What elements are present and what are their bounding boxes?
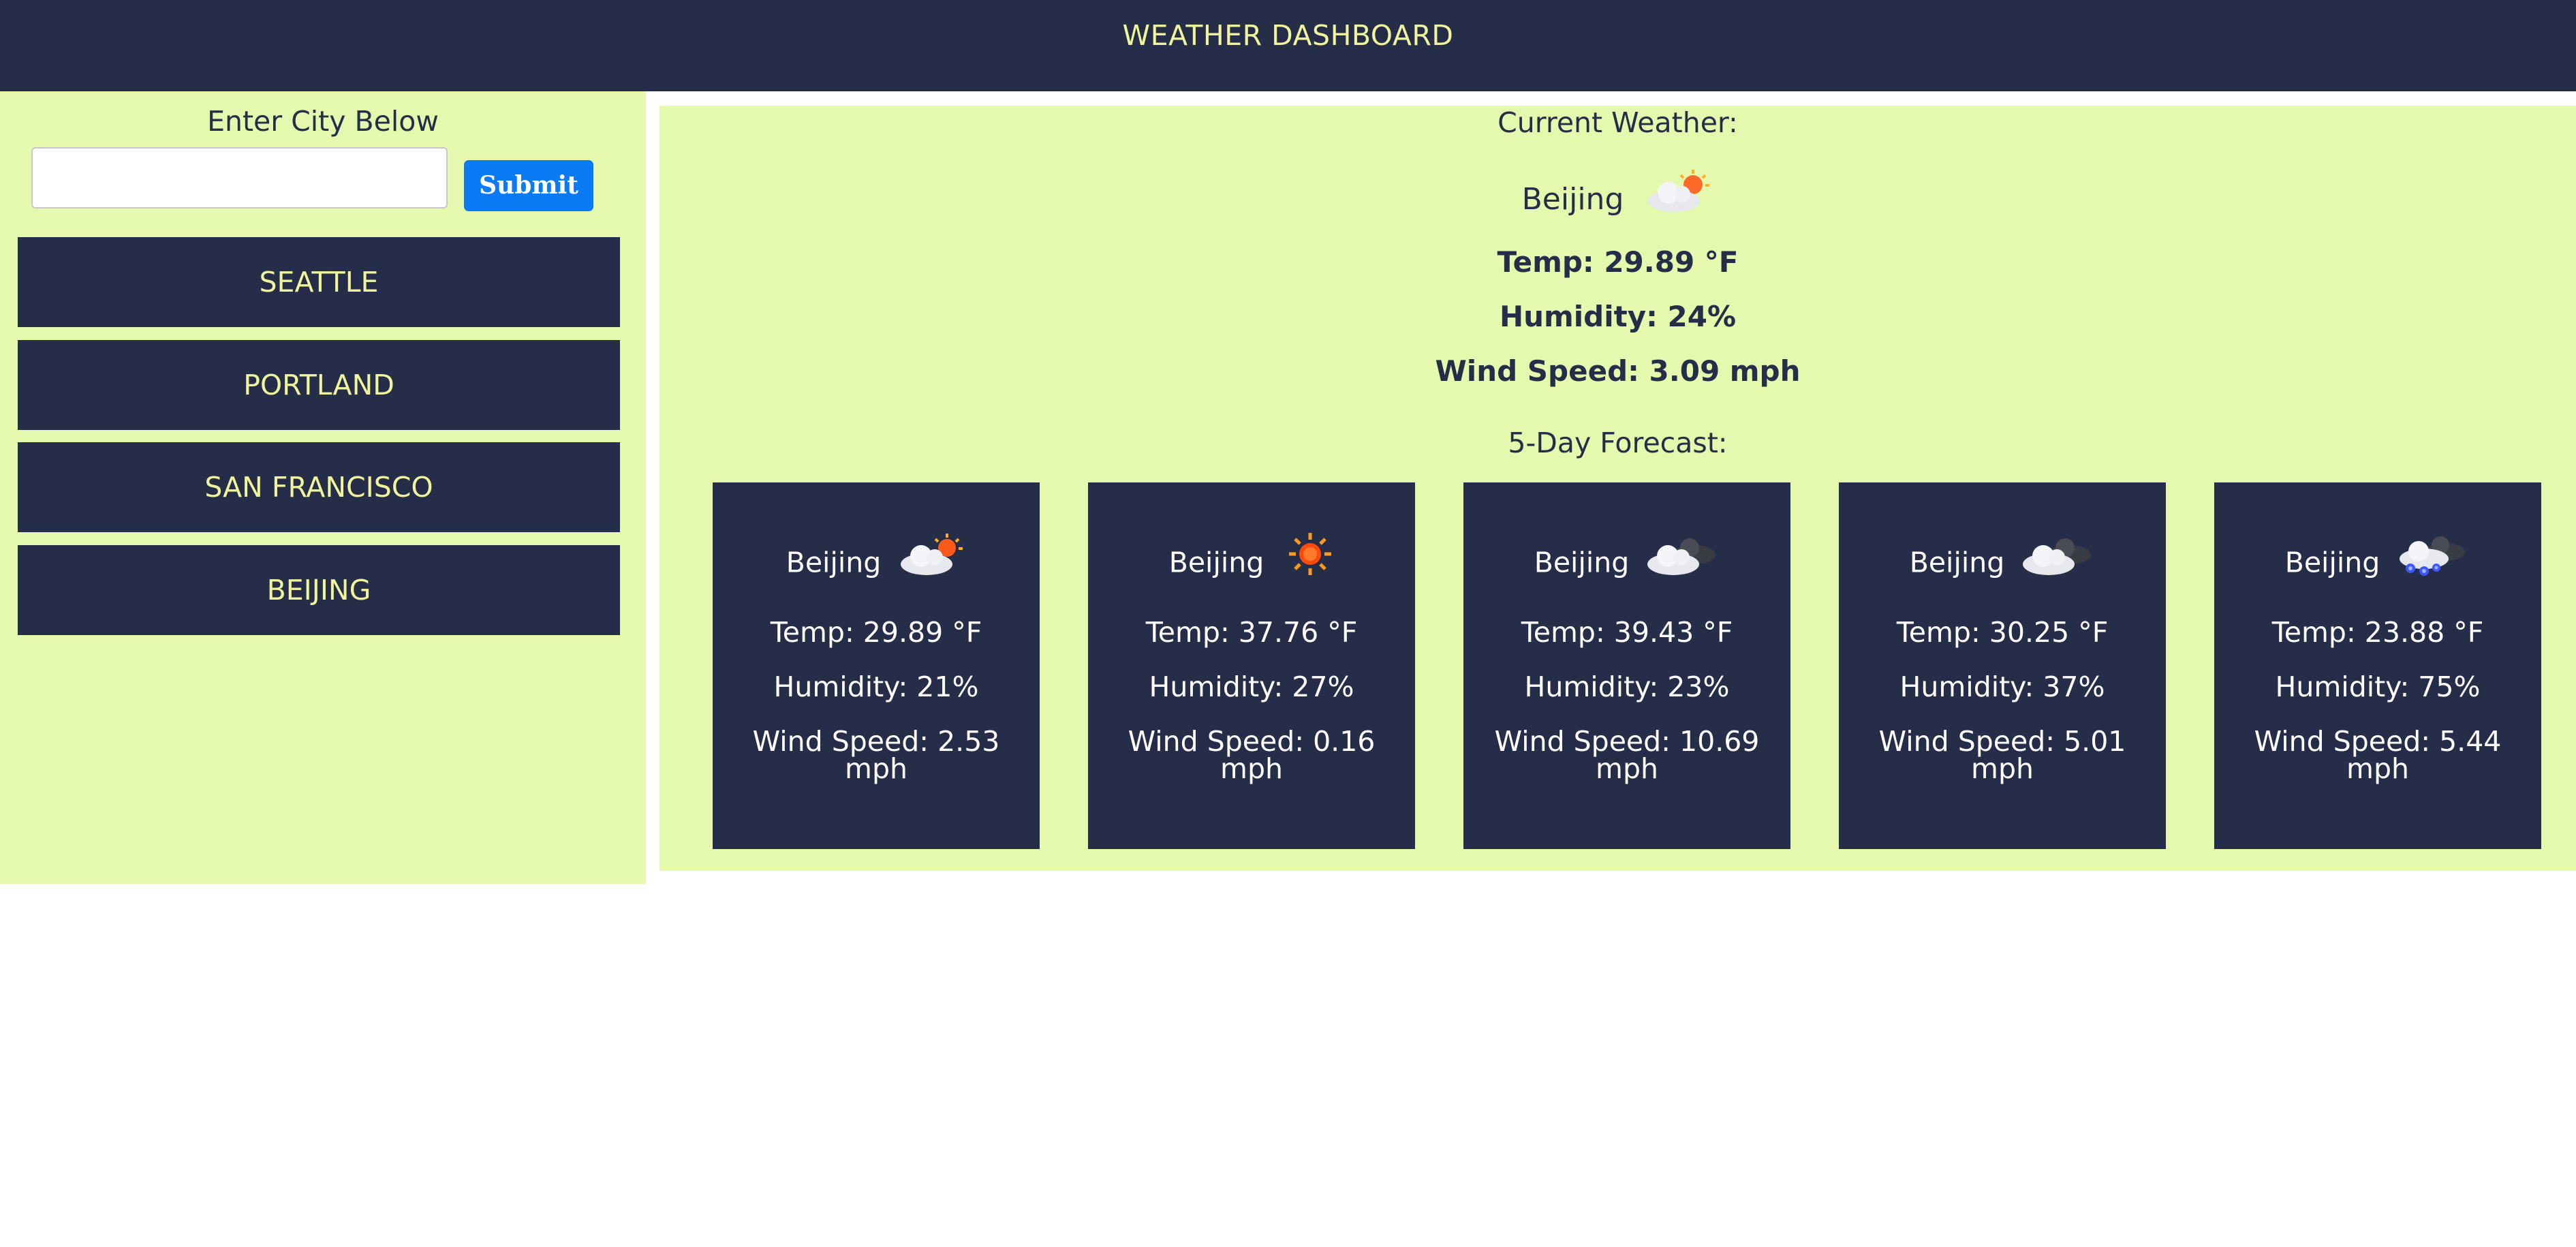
forecast-city: Beijing — [2284, 546, 2380, 579]
forecast-card: Beijing Temp: 30.25 °F Humidity: 37% Win… — [1839, 482, 2166, 849]
app-title: WEATHER DASHBOARD — [1122, 19, 1454, 52]
forecast-humidity: Humidity: 23% — [1524, 671, 1730, 703]
submit-button[interactable]: Submit — [464, 160, 593, 211]
forecast-humidity: Humidity: 75% — [2275, 671, 2481, 703]
snow-icon — [2395, 530, 2470, 599]
current-city-name: Beijing — [1521, 182, 1624, 217]
current-weather-title: Current Weather: — [1498, 106, 1738, 139]
forecast-temp: Temp: 29.89 °F — [770, 616, 982, 649]
forecast-temp: Temp: 23.88 °F — [2271, 616, 2484, 649]
forecast-temp: Temp: 30.25 °F — [1896, 616, 2109, 649]
forecast-city-row: Beijing — [713, 530, 1040, 591]
forecast-wind: Wind Speed: 0.16 mph — [1128, 725, 1376, 785]
forecast-city-row: Beijing — [1463, 530, 1790, 591]
search-label: Enter City Below — [207, 105, 439, 138]
weather-panel: Current Weather: Beijing Temp: 29.89 °F … — [659, 106, 2576, 871]
current-wind: Wind Speed: 3.09 mph — [1435, 354, 1801, 388]
current-temp: Temp: 29.89 °F — [1497, 245, 1739, 279]
sidebar: Enter City Below Submit SEATTLE PORTLAND… — [0, 91, 646, 884]
forecast-card: Beijing Temp: 29.89 °F Humidity: 21% Win… — [713, 482, 1040, 849]
forecast-humidity: Humidity: 27% — [1149, 671, 1354, 703]
forecast-humidity: Humidity: 37% — [1899, 671, 2105, 703]
forecast-city-row: Beijing — [2214, 530, 2541, 591]
cloudy-icon — [1645, 530, 1720, 599]
app-header: WEATHER DASHBOARD — [0, 0, 2576, 91]
city-button-portland[interactable]: PORTLAND — [18, 340, 620, 430]
forecast-wind: Wind Speed: 5.44 mph — [2254, 725, 2502, 785]
current-humidity: Humidity: 24% — [1499, 300, 1737, 333]
forecast-title: 5-Day Forecast: — [1508, 427, 1728, 459]
forecast-wind: Wind Speed: 10.69 mph — [1494, 725, 1760, 785]
forecast-humidity: Humidity: 21% — [773, 671, 979, 703]
forecast-temp: Temp: 37.76 °F — [1145, 616, 1358, 649]
forecast-city-row: Beijing — [1839, 530, 2166, 591]
cloudy-icon — [2020, 530, 2095, 599]
sun-icon — [1286, 530, 1334, 599]
forecast-city-row: Beijing — [1088, 530, 1415, 591]
city-search-input[interactable] — [31, 147, 448, 209]
forecast-city: Beijing — [1534, 546, 1630, 579]
forecast-city: Beijing — [1909, 546, 2005, 579]
forecast-city: Beijing — [1168, 546, 1264, 579]
city-button-beijing[interactable]: BEIJING — [18, 545, 620, 635]
partly-cloudy-icon — [1645, 167, 1713, 232]
forecast-wind: Wind Speed: 2.53 mph — [752, 725, 1000, 785]
forecast-card: Beijing Temp: 39.43 °F Humidity: 23% Win… — [1463, 482, 1790, 849]
forecast-temp: Temp: 39.43 °F — [1521, 616, 1733, 649]
city-button-seattle[interactable]: SEATTLE — [18, 237, 620, 327]
forecast-city: Beijing — [786, 546, 882, 579]
current-city-row: Beijing — [659, 167, 2576, 232]
forecast-card: Beijing Temp: 37.76 °F Humidity: 27% Win… — [1088, 482, 1415, 849]
partly-cloudy-icon — [898, 530, 966, 599]
forecast-card: Beijing Temp: 23.88 °F Humidity: 75% Win… — [2214, 482, 2541, 849]
city-button-san-francisco[interactable]: SAN FRANCISCO — [18, 442, 620, 532]
forecast-wind: Wind Speed: 5.01 mph — [1878, 725, 2126, 785]
